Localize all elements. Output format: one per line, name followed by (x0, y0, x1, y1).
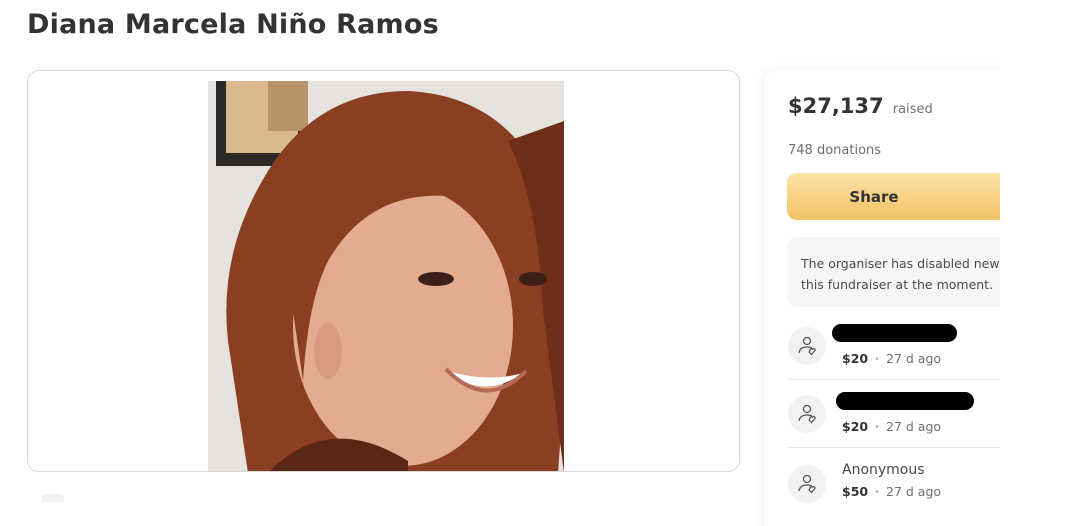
raised-summary: $27,137 raised (788, 94, 933, 118)
donations-count: 748 donations (788, 143, 882, 158)
secondary-indicator (42, 494, 64, 502)
donor-divider (788, 379, 1024, 380)
portrait-image (208, 81, 564, 471)
hand-heart-icon (788, 327, 826, 365)
donation-amount: $50 (842, 484, 869, 499)
bullet-separator: • (874, 354, 880, 365)
campaign-photo[interactable] (208, 81, 564, 471)
donation-sidebar: $27,137 raised 748 donations Share The o… (764, 70, 1024, 526)
hand-heart-icon (788, 395, 826, 433)
campaign-photo-card (27, 70, 740, 472)
raised-label: raised (892, 102, 933, 117)
redacted-donor-name (832, 324, 957, 342)
donor-list-item: Anonymous $50 • 27 d ago (788, 462, 1024, 526)
bullet-separator: • (874, 487, 880, 498)
hand-heart-icon (788, 465, 826, 503)
donation-time: 27 d ago (886, 484, 942, 499)
donor-name: Anonymous (842, 462, 925, 478)
donation-amount: $20 (842, 419, 869, 434)
share-button[interactable]: Share (787, 173, 1024, 220)
notice-line-1: The organiser has disabled new d (801, 256, 1012, 271)
notice-line-2: this fundraiser at the moment. (801, 277, 994, 292)
donation-meta: $20 • 27 d ago (842, 351, 941, 366)
donor-divider (788, 447, 1024, 448)
donation-time: 27 d ago (886, 351, 942, 366)
donation-amount: $20 (842, 351, 869, 366)
redacted-donor-name (836, 392, 974, 410)
viewport-edge (1000, 60, 1088, 526)
amount-raised: $27,137 (788, 94, 884, 118)
page-title: Diana Marcela Niño Ramos (27, 9, 439, 40)
donations-disabled-notice: The organiser has disabled new d this fu… (787, 237, 1024, 307)
bullet-separator: • (874, 422, 880, 433)
donor-list-item: $20 • 27 d ago (788, 324, 1024, 390)
donation-meta: $50 • 27 d ago (842, 484, 941, 499)
donation-meta: $20 • 27 d ago (842, 419, 941, 434)
donation-time: 27 d ago (886, 419, 942, 434)
donor-list-item: $20 • 27 d ago (788, 392, 1024, 458)
